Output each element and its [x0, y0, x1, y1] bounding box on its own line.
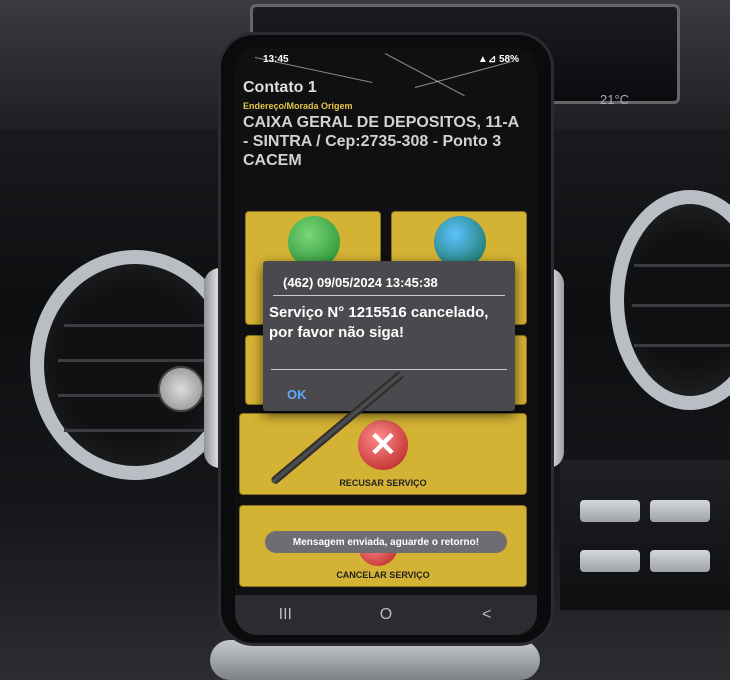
address-line-2: - SINTRA / Cep:2735-308 - Ponto 3 [243, 133, 502, 150]
climate-control-panel [560, 460, 730, 610]
dialog-message-line-2: por favor não siga! [269, 324, 405, 341]
vent-slat [634, 264, 730, 267]
refuse-service-button[interactable]: ✕ RECUSAR SERVIÇO [239, 413, 527, 495]
vent-slat [634, 344, 730, 347]
signal-icon: ▲⊿ [477, 53, 497, 65]
phone-screen: 13:45 ▲⊿ 58% Contato 1 Endereço/Morada O… [235, 47, 537, 635]
vent-knob [158, 366, 204, 412]
origin-address-label: Endereço/Morada Origem [243, 101, 353, 111]
cancel-service-label: CANCELAR SERVIÇO [336, 570, 430, 580]
vent-slat [64, 429, 214, 432]
car-temperature: 21°C [600, 92, 630, 107]
x-icon: ✕ [358, 420, 408, 470]
origin-address: CAIXA GERAL DE DEPOSITOS, 11-A - SINTRA … [243, 113, 529, 170]
refuse-service-label: RECUSAR SERVIÇO [339, 478, 427, 488]
dialog-title: (462) 09/05/2024 13:45:38 [283, 275, 438, 290]
android-nav-bar: III O < [235, 595, 537, 635]
contact-details: Contato 1 Endereço/Morada Origem CAIXA G… [235, 79, 537, 197]
toast-message: Mensagem enviada, aguarde o retorno! [265, 531, 507, 553]
climate-button [650, 550, 710, 572]
back-button[interactable]: < [457, 606, 517, 624]
climate-button [650, 500, 710, 522]
dialog-divider [271, 369, 507, 370]
recent-apps-button[interactable]: III [255, 606, 315, 624]
car-dashboard-photo: 21°C 13:45 ▲⊿ 58% Contato 1 Endereço/Mor… [0, 0, 730, 680]
climate-button [580, 500, 640, 522]
address-line-3: CACEM [243, 152, 302, 169]
dialog-message-line-1: Serviço N° 1215516 cancelado, [269, 304, 489, 321]
dialog-divider [273, 295, 505, 296]
phone-holder-base [210, 640, 540, 680]
climate-button [580, 550, 640, 572]
contact-title: Contato 1 [243, 79, 317, 96]
home-button[interactable]: O [356, 606, 416, 624]
right-air-vent [610, 190, 730, 410]
vent-slat [632, 304, 730, 307]
dialog-message: Serviço N° 1215516 cancelado, por favor … [269, 303, 509, 343]
vent-slat [64, 324, 214, 327]
status-right: ▲⊿ 58% [478, 54, 519, 65]
smartphone: 13:45 ▲⊿ 58% Contato 1 Endereço/Morada O… [218, 32, 554, 646]
vent-slat [58, 359, 218, 362]
ok-button[interactable]: OK [287, 387, 307, 402]
address-line-1: CAIXA GERAL DE DEPOSITOS, 11-A [243, 114, 520, 131]
